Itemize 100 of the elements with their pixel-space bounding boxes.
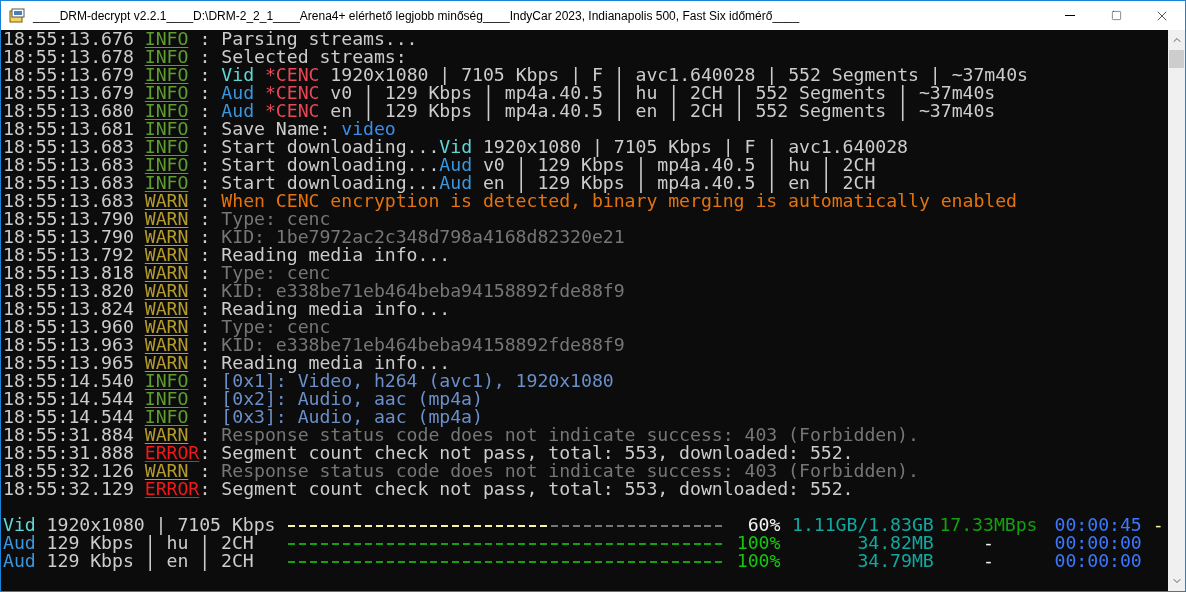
progress-percent: 60%	[746, 516, 781, 534]
log-level-label: WARN	[144, 334, 189, 355]
log-message: When CENC encryption is detected, binary merging is automatically enabled	[221, 192, 1017, 210]
timestamp: 18:55:13.790	[3, 210, 134, 228]
log-message: Start downloading...Aud v0 | 129 Kbps | mp4a.40.5 | hu | 2CH	[221, 156, 876, 174]
log-message: [0x2]: Audio, aac (mp4a)	[221, 390, 483, 408]
separator: :	[199, 48, 211, 66]
timestamp: 18:55:13.676	[3, 30, 134, 48]
download-speed: -	[982, 552, 995, 570]
stream-label: Aud 129 Kbps | hu | 2CH	[3, 534, 254, 552]
timestamp: 18:55:13.963	[3, 336, 134, 354]
timestamp: 18:55:13.965	[3, 354, 134, 372]
separator: :	[199, 444, 211, 462]
log-message: Segment count check not pass, total: 553, downloaded: 552.	[221, 444, 854, 462]
spinner: -	[1151, 516, 1164, 534]
download-speed: -	[983, 534, 994, 552]
timestamp: 18:55:31.888	[3, 444, 134, 462]
separator: :	[199, 84, 211, 102]
timestamp: 18:55:13.790	[3, 228, 134, 246]
log-level-label: INFO	[144, 136, 189, 157]
separator: :	[199, 246, 211, 264]
log-level-label: ERROR	[144, 442, 200, 463]
app-icon	[9, 7, 25, 24]
log-message: [0x3]: Audio, aac (mp4a)	[221, 408, 483, 426]
log-message: Start downloading...Aud en | 129 Kbps | mp4a.40.5 | en | 2CH	[221, 174, 876, 192]
separator: :	[199, 282, 211, 300]
log-message: Reading media info...	[221, 246, 451, 264]
time-remaining: 00:00:45	[1053, 516, 1142, 534]
timestamp: 18:55:13.818	[3, 264, 134, 282]
timestamp: 18:55:13.679	[3, 66, 134, 84]
progress-percent: 100%	[735, 534, 781, 552]
timestamp: 18:55:13.680	[3, 102, 134, 120]
timestamp: 18:55:13.792	[3, 246, 134, 264]
window-title: ____DRM-decrypt v2.2.1____D:\DRM-2_2_1____Arena4+ elérhető legjobb minőség____IndyCar 2023, Indianapolis 500, Fast Six időmérő____	[33, 8, 801, 23]
log-level-label: WARN	[144, 424, 189, 445]
separator: :	[199, 66, 211, 84]
scrollbar[interactable]	[1168, 30, 1185, 591]
timestamp: 18:55:13.683	[3, 174, 134, 192]
log-message: Response status code does not indicate success: 403 (Forbidden).	[221, 426, 919, 444]
timestamp: 18:55:31.884	[3, 426, 134, 444]
log-message: Parsing streams...	[221, 30, 418, 48]
log-message: Type: cenc	[221, 318, 331, 336]
timestamp: 18:55:13.681	[3, 120, 134, 138]
log-level-label: WARN	[144, 352, 189, 373]
timestamp: 18:55:13.683	[3, 156, 134, 174]
log-level-label: INFO	[144, 172, 189, 193]
log-level-label: INFO	[144, 46, 189, 67]
log-message: Reading media info...	[221, 300, 451, 318]
timestamp: 18:55:32.129	[3, 480, 134, 498]
separator: :	[199, 228, 211, 246]
log-message: Response status code does not indicate success: 403 (Forbidden).	[221, 462, 919, 480]
timestamp: 18:55:13.824	[3, 300, 134, 318]
scroll-thumb[interactable]	[1169, 50, 1184, 68]
log-level-label: WARN	[144, 226, 189, 247]
log-message: Segment count check not pass, total: 553, downloaded: 552.	[221, 480, 854, 498]
log-message: Type: cenc	[221, 210, 331, 228]
separator: :	[199, 156, 211, 174]
log-message: Save Name: video	[221, 120, 396, 138]
log-level-label: WARN	[144, 298, 189, 319]
timestamp: 18:55:14.540	[3, 372, 134, 390]
separator: :	[199, 30, 211, 48]
log-level-label: ERROR	[144, 478, 200, 499]
separator: :	[199, 138, 211, 156]
timestamp: 18:55:13.683	[3, 138, 134, 156]
time-remaining: 00:00:00	[1053, 534, 1142, 552]
log-level-label: WARN	[144, 460, 189, 481]
download-speed: 17.33MBps	[938, 516, 1039, 534]
separator: :	[199, 174, 211, 192]
separator: :	[199, 318, 211, 336]
timestamp: 18:55:13.820	[3, 282, 134, 300]
log-level-label: WARN	[144, 280, 189, 301]
log-level-label: INFO	[144, 64, 189, 85]
separator: :	[199, 336, 211, 354]
timestamp: 18:55:13.678	[3, 48, 134, 66]
separator: :	[199, 264, 211, 282]
separator: :	[199, 300, 211, 318]
log-level-label: INFO	[144, 406, 189, 427]
log-message: KID: e338be71eb464beba94158892fde88f9	[221, 282, 625, 300]
timestamp: 18:55:13.960	[3, 318, 134, 336]
log-message: Aud *CENC v0 | 129 Kbps | mp4a.40.5 | hu | 2CH | 552 Segments | ~37m40s	[221, 84, 996, 102]
separator: :	[199, 192, 211, 210]
separator: :	[199, 120, 211, 138]
timestamp: 18:55:32.126	[3, 462, 134, 480]
maximize-icon	[1110, 10, 1122, 21]
progress-percent: 100%	[735, 552, 781, 570]
log-level-label: WARN	[144, 208, 189, 229]
log-level-label: WARN	[144, 316, 189, 337]
log-level-label: INFO	[144, 30, 189, 49]
log-level-label: WARN	[144, 244, 189, 265]
log-level-label: WARN	[144, 262, 189, 283]
log-message: Selected streams:	[221, 48, 407, 66]
download-size: 1.11GB/1.83GB	[791, 516, 934, 534]
separator: :	[199, 462, 211, 480]
log-level-label: INFO	[144, 388, 189, 409]
separator: :	[199, 426, 211, 444]
separator: :	[199, 210, 211, 228]
timestamp: 18:55:14.544	[3, 408, 134, 426]
log-message: Type: cenc	[221, 264, 331, 282]
log-message: Vid *CENC 1920x1080 | 7105 Kbps | F | avc1.640028 | 552 Segments | ~37m40s	[221, 66, 1028, 84]
log-level-label: INFO	[144, 118, 189, 139]
